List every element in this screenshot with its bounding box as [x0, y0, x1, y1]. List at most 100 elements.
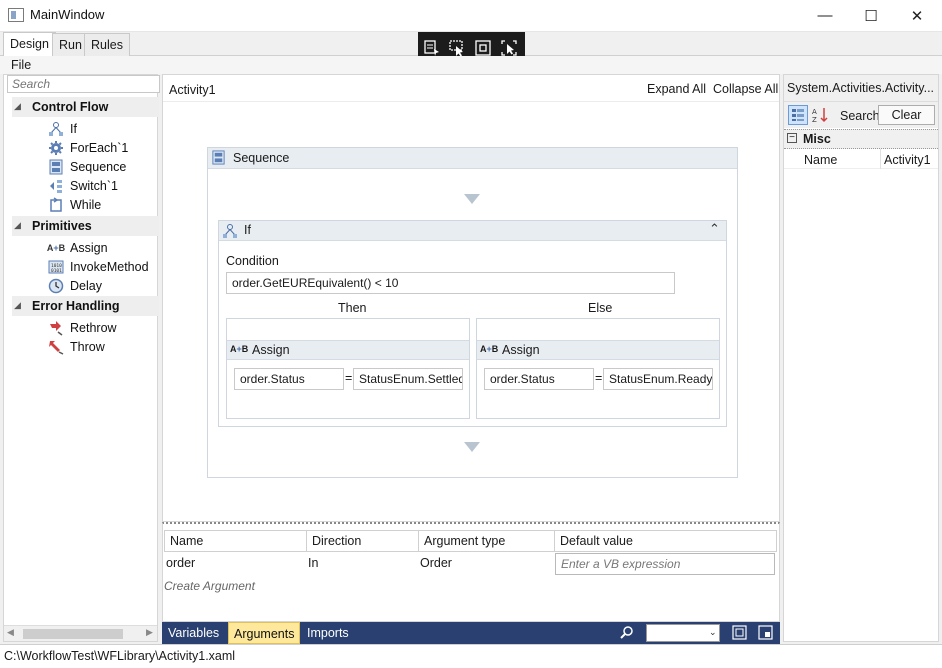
expand-triangle-icon[interactable]: ◢: [14, 101, 21, 112]
assign-value-input[interactable]: StatusEnum.Settled: [353, 368, 463, 390]
workflow-designer: Activity1 Expand All Collapse All Sequen…: [162, 74, 780, 522]
status-bar: C:\WorkflowTest\WFLibrary\Activity1.xaml: [0, 644, 942, 668]
property-name-value[interactable]: Activity1: [884, 153, 931, 167]
category-misc[interactable]: − Misc: [784, 129, 938, 149]
condition-label: Condition: [226, 254, 279, 268]
else-branch[interactable]: A+B Assign order.Status = StatusEnum.Rea…: [476, 318, 720, 419]
category-error-handling[interactable]: ◢ Error Handling: [12, 296, 159, 316]
tab-imports[interactable]: Imports: [302, 622, 354, 644]
invoke-method-icon: 1010 0101: [48, 259, 64, 275]
toolbox-item-rethrow[interactable]: Rethrow: [48, 318, 117, 337]
tab-rules[interactable]: Rules: [84, 33, 130, 56]
breadcrumb[interactable]: Activity1: [169, 83, 216, 97]
tab-design[interactable]: Design: [3, 32, 56, 56]
column-header-direction[interactable]: Direction: [306, 530, 419, 552]
argument-type-cell[interactable]: Order: [418, 553, 454, 575]
toolbox-horizontal-scrollbar[interactable]: ◀ ▶: [4, 625, 157, 641]
toolbox-item-label: Sequence: [70, 159, 127, 174]
assign-icon: A+B: [46, 242, 66, 253]
app-icon: [8, 8, 24, 22]
overview-icon[interactable]: [758, 625, 773, 643]
menu-file[interactable]: File: [11, 58, 31, 72]
argument-name-cell[interactable]: order: [164, 553, 197, 575]
sort-alphabetical-icon[interactable]: AZ: [811, 106, 829, 127]
toolbox-item-switch[interactable]: Switch`1: [48, 176, 118, 195]
scroll-left-icon[interactable]: ◀: [7, 627, 14, 638]
assign-header[interactable]: A+B Assign: [477, 340, 719, 360]
toolbox-item-label: ForEach`1: [70, 140, 129, 155]
toolbox-item-foreach[interactable]: ForEach`1: [48, 138, 128, 157]
argument-direction-cell[interactable]: In: [306, 553, 320, 575]
title-bar: MainWindow — ☐ ✕: [0, 0, 942, 32]
properties-panel: System.Activities.Activity... AZ Search:…: [783, 74, 939, 642]
sequence-header[interactable]: Sequence: [208, 148, 737, 169]
chevron-down-icon[interactable]: ⌄: [709, 627, 717, 638]
tab-variables[interactable]: Variables: [163, 622, 224, 644]
menu-bar: File: [0, 56, 942, 74]
window-title: MainWindow: [30, 7, 105, 22]
toolbox-search-input[interactable]: [7, 75, 160, 93]
toolbox-item-label: InvokeMethod: [70, 259, 149, 274]
assign-header[interactable]: A+B Assign: [227, 340, 469, 360]
scrollbar-thumb[interactable]: [23, 629, 123, 639]
fit-to-screen-icon[interactable]: [732, 625, 747, 643]
sequence-label: Sequence: [233, 151, 290, 165]
clock-icon: [48, 278, 64, 294]
toolbox-item-while[interactable]: While: [48, 195, 101, 214]
scroll-right-icon[interactable]: ▶: [146, 627, 153, 638]
toolbox-item-assign[interactable]: A + B Assign: [46, 238, 108, 257]
sequence-icon: [48, 159, 64, 175]
column-header-default-value[interactable]: Default value: [554, 530, 777, 552]
column-header-name[interactable]: Name: [164, 530, 307, 552]
category-control-flow[interactable]: ◢ Control Flow: [12, 97, 159, 117]
svg-text:A: A: [812, 108, 817, 116]
toolbox-item-delay[interactable]: Delay: [48, 276, 102, 295]
drop-target-icon[interactable]: [464, 442, 480, 452]
if-activity[interactable]: If ⌃ Condition order.GetEUREquivalent() …: [218, 220, 727, 427]
collapse-chevron-icon[interactable]: ⌃: [709, 221, 720, 237]
then-branch[interactable]: A+B Assign order.Status = StatusEnum.Set…: [226, 318, 470, 419]
categorized-view-icon[interactable]: [788, 105, 808, 125]
toolbox-item-invokemethod[interactable]: 1010 0101 InvokeMethod: [48, 257, 149, 276]
collapse-all-link[interactable]: Collapse All: [713, 82, 778, 96]
drop-target-icon[interactable]: [464, 194, 480, 204]
toolbox-item-if[interactable]: If: [48, 119, 77, 138]
toolbox-item-label: Switch`1: [70, 178, 118, 193]
close-icon: ✕: [910, 7, 924, 25]
assign-value-input[interactable]: StatusEnum.Ready: [603, 368, 713, 390]
arguments-panel: Name Direction Argument type Default val…: [162, 522, 780, 622]
property-divider: [880, 149, 881, 169]
clear-button[interactable]: Clear: [878, 105, 935, 125]
toolbox-item-label: Throw: [70, 339, 105, 354]
create-argument-link[interactable]: Create Argument: [164, 579, 255, 593]
default-value-input[interactable]: Enter a VB expression: [555, 553, 775, 575]
if-header[interactable]: If ⌃: [219, 221, 726, 241]
designer-header: Activity1 Expand All Collapse All: [163, 75, 779, 102]
collapse-toggle-icon[interactable]: −: [787, 133, 797, 143]
zoom-combobox[interactable]: ⌄: [646, 624, 720, 642]
condition-expression-input[interactable]: order.GetEUREquivalent() < 10: [226, 272, 675, 294]
category-label: Control Flow: [32, 100, 109, 114]
svg-text:Z: Z: [812, 116, 817, 124]
toolbox-item-label: While: [70, 197, 102, 212]
minimize-button[interactable]: —: [802, 0, 848, 31]
column-header-argument-type[interactable]: Argument type: [418, 530, 555, 552]
expand-triangle-icon[interactable]: ◢: [14, 220, 21, 231]
sequence-activity[interactable]: Sequence If ⌃ Condition order.GetEUREqui…: [207, 147, 738, 478]
zoom-search-icon[interactable]: [620, 625, 634, 642]
expand-all-link[interactable]: Expand All: [647, 82, 706, 96]
category-primitives[interactable]: ◢ Primitives: [12, 216, 159, 236]
maximize-button[interactable]: ☐: [848, 0, 894, 31]
property-row-name[interactable]: Name Activity1: [784, 149, 938, 169]
category-label: Misc: [803, 132, 831, 146]
toolbox-item-throw[interactable]: Throw: [48, 337, 105, 356]
assign-icon: A+B: [230, 344, 249, 354]
assign-to-input[interactable]: order.Status: [234, 368, 344, 390]
tab-arguments[interactable]: Arguments: [228, 622, 301, 644]
file-path: C:\WorkflowTest\WFLibrary\Activity1.xaml: [4, 649, 236, 663]
toolbox-item-sequence[interactable]: Sequence: [48, 157, 126, 176]
assign-to-input[interactable]: order.Status: [484, 368, 594, 390]
assign-equals: =: [345, 371, 353, 385]
expand-triangle-icon[interactable]: ◢: [14, 300, 21, 311]
close-button[interactable]: ✕: [894, 0, 940, 31]
